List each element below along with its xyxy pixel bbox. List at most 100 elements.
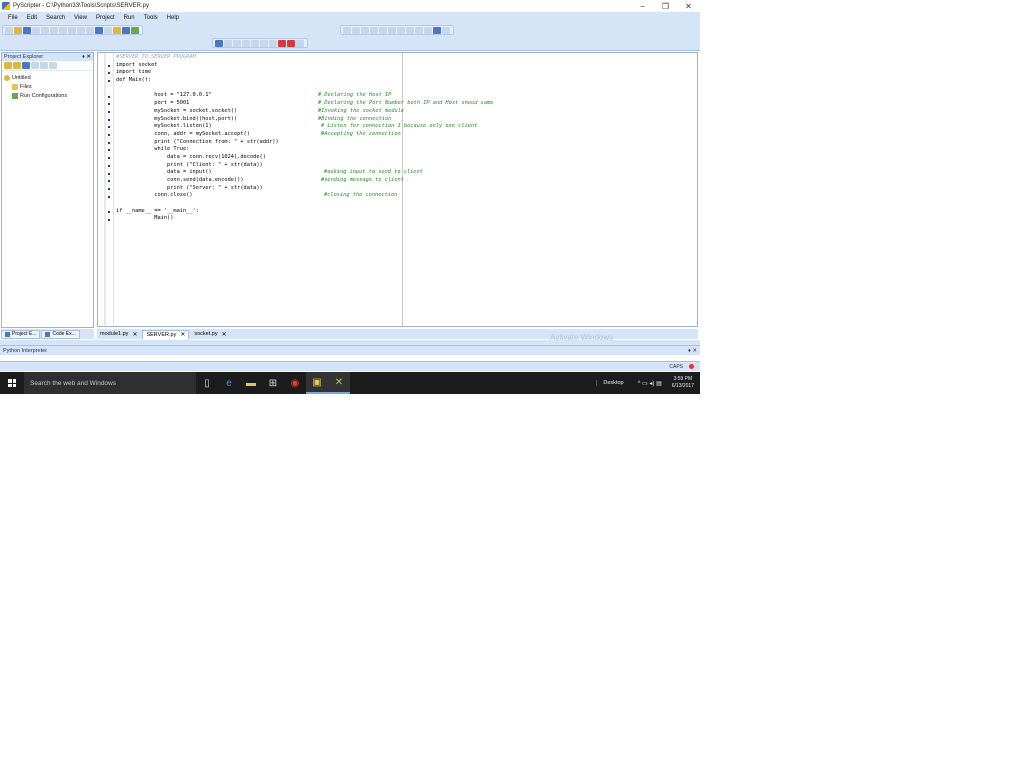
navigate-icon[interactable]: [361, 26, 369, 34]
code-line[interactable]: def Main():: [116, 77, 696, 85]
open-project-icon[interactable]: [13, 62, 21, 69]
debug-icon[interactable]: [224, 39, 232, 47]
tab-close-icon[interactable]: ✕: [222, 331, 227, 338]
tree-item-untitled[interactable]: Untitled: [2, 73, 93, 82]
taskbar-search[interactable]: Search the web and Windows: [24, 372, 196, 394]
find-icon[interactable]: [95, 26, 103, 34]
stop-icon[interactable]: [278, 39, 286, 47]
replace-icon[interactable]: [104, 26, 112, 34]
breakpoint-marker-icon[interactable]: [108, 103, 110, 106]
clock[interactable]: 3:59 PM 6/13/2017: [666, 376, 700, 390]
redo-icon[interactable]: [86, 26, 94, 34]
menu-tools[interactable]: Tools: [144, 15, 158, 21]
code-line[interactable]: print ("Connection from: " + str(addr)): [116, 139, 696, 147]
editor-gutter[interactable]: [98, 53, 114, 326]
breakpoint-marker-icon[interactable]: [108, 110, 110, 113]
breakpoint-marker-icon[interactable]: [108, 118, 110, 121]
uncomment-icon[interactable]: [388, 26, 396, 34]
toggle-breakpoint-icon[interactable]: [287, 39, 295, 47]
save-icon[interactable]: [23, 26, 31, 34]
code-line[interactable]: port = 5001 # Declaring the Port Number b…: [116, 100, 696, 108]
close-button[interactable]: ✕: [677, 0, 700, 12]
paragraph-icon[interactable]: [424, 26, 432, 34]
breakpoint-marker-icon[interactable]: [108, 134, 110, 136]
pyscripter-taskbar-icon[interactable]: ▣: [306, 372, 328, 394]
menu-help[interactable]: Help: [167, 15, 179, 21]
code-line[interactable]: print ("Server: " + str(data)): [116, 185, 696, 193]
breakpoint-marker-icon[interactable]: [108, 164, 110, 167]
menu-edit[interactable]: Edit: [27, 15, 37, 21]
indent-icon[interactable]: [343, 26, 351, 34]
breakpoint-marker-icon[interactable]: [108, 80, 110, 83]
code-line[interactable]: import socket: [116, 62, 696, 70]
tree-item-run-configurations[interactable]: Run Configurations: [2, 91, 93, 100]
desktop-toolbar[interactable]: Desktop: [596, 380, 629, 386]
panel-close-icon[interactable]: ♦ ✕: [82, 54, 91, 60]
menu-run[interactable]: Run: [124, 15, 135, 21]
tab-project-explorer[interactable]: Project E...: [1, 329, 41, 339]
code-line[interactable]: if __name__ == '__main__':: [116, 208, 696, 216]
clear-breakpoints-icon[interactable]: [296, 39, 304, 47]
task-view-icon[interactable]: ▯: [196, 372, 218, 394]
new-project-icon[interactable]: [4, 62, 12, 69]
step-over-icon[interactable]: [251, 39, 259, 47]
tab-code-explorer[interactable]: Code Ex...: [41, 329, 80, 339]
file-explorer-icon[interactable]: ▬: [240, 372, 262, 394]
dropdown-icon[interactable]: [352, 26, 360, 34]
start-button[interactable]: [0, 372, 24, 394]
breakpoint-marker-icon[interactable]: [108, 218, 110, 221]
tab-close-icon[interactable]: ✕: [180, 331, 185, 338]
run-to-cursor-icon[interactable]: [233, 39, 241, 47]
menu-file[interactable]: File: [8, 15, 18, 21]
expand-icon[interactable]: [31, 62, 39, 69]
explorer-icon[interactable]: [113, 26, 121, 34]
tree-item-files[interactable]: Files: [2, 82, 93, 91]
code-line[interactable]: [116, 200, 696, 208]
paste-icon[interactable]: [68, 26, 76, 34]
project-settings-icon[interactable]: [49, 62, 57, 69]
code-line[interactable]: conn, addr = mySocket.accept() #Accepting…: [116, 131, 696, 139]
menu-view[interactable]: View: [74, 15, 87, 21]
undo-icon[interactable]: [77, 26, 85, 34]
chrome-icon[interactable]: ◉: [284, 372, 306, 394]
code-line[interactable]: print ("Client: " + str(data)): [116, 162, 696, 170]
code-line[interactable]: conn.close() #closing the connection: [116, 192, 696, 200]
step-out-icon[interactable]: [260, 39, 268, 47]
breakpoint-marker-icon[interactable]: [108, 149, 110, 152]
print-icon[interactable]: [41, 26, 49, 34]
breakpoint-marker-icon[interactable]: [108, 187, 110, 190]
python-interpreter-console[interactable]: [0, 355, 700, 360]
code-line[interactable]: mySocket.listen(1) # Listen for connectio…: [116, 123, 696, 131]
maximize-button[interactable]: ❐: [654, 0, 677, 12]
app-taskbar-icon[interactable]: ✕: [328, 372, 350, 394]
code-line[interactable]: conn.send(data.encode()) #sending message…: [116, 177, 696, 185]
tray-icons[interactable]: ^ ▭ ◂) ▤: [638, 380, 662, 387]
whitespace-icon[interactable]: [415, 26, 423, 34]
comment-icon[interactable]: [379, 26, 387, 34]
collapse-icon[interactable]: [40, 62, 48, 69]
breakpoint-marker-icon[interactable]: [108, 211, 110, 213]
menu-project[interactable]: Project: [96, 15, 115, 21]
pause-icon[interactable]: [269, 39, 277, 47]
run-icon[interactable]: [215, 39, 223, 47]
tab-close-icon[interactable]: ✕: [132, 331, 137, 338]
tab-socket[interactable]: socket.py ✕: [191, 330, 229, 339]
code-editor[interactable]: #SERVER TO SERVER PROGRAM import socket im…: [97, 52, 698, 327]
code-line[interactable]: data = conn.recv(1024).decode(): [116, 154, 696, 162]
new-file-icon[interactable]: [5, 26, 13, 34]
code-line[interactable]: data = input() #asking input to send to c…: [116, 169, 696, 177]
tab-server[interactable]: SERVER.py ✕: [142, 329, 190, 339]
breakpoint-marker-icon[interactable]: [108, 172, 110, 175]
edge-browser-icon[interactable]: e: [218, 372, 240, 394]
check-icon[interactable]: [131, 26, 139, 34]
dropdown-icon[interactable]: [370, 26, 378, 34]
code-line[interactable]: while True:: [116, 146, 696, 154]
breakpoint-marker-icon[interactable]: [108, 64, 110, 67]
copy-icon[interactable]: [59, 26, 67, 34]
breakpoint-marker-icon[interactable]: [108, 157, 110, 160]
code-line[interactable]: #SERVER TO SERVER PROGRAM: [116, 54, 696, 62]
breakpoint-marker-icon[interactable]: [108, 195, 110, 198]
code-line[interactable]: Main(): [116, 215, 696, 223]
tab-icon[interactable]: [397, 26, 405, 34]
interpreter-close-icon[interactable]: ♦ ✕: [688, 348, 697, 354]
